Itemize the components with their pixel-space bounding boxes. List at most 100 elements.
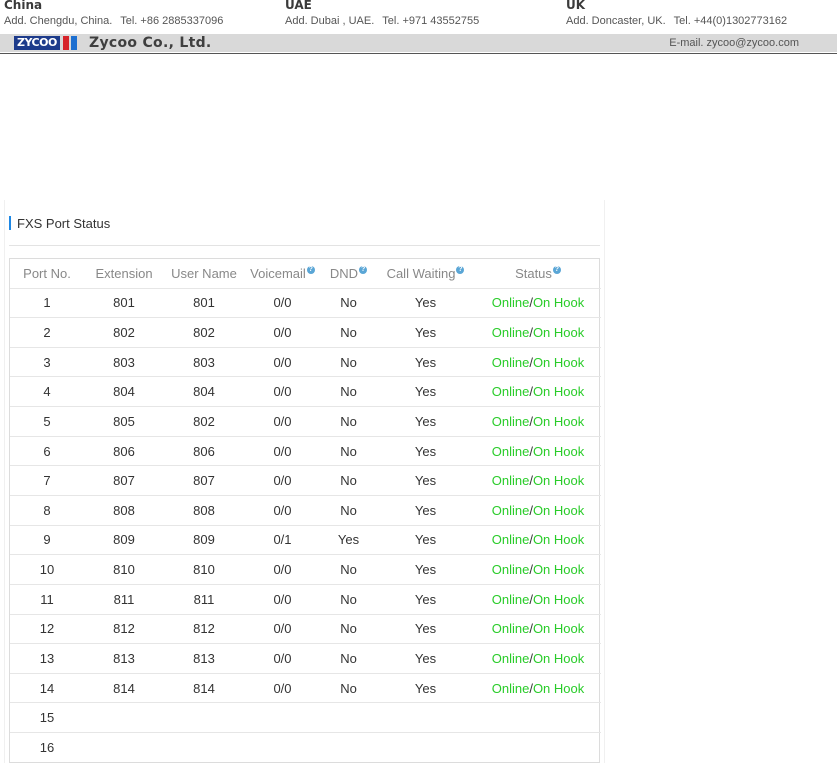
user-name-cell: 808	[164, 494, 244, 526]
status-online: Online	[491, 324, 530, 340]
call-waiting-cell: Yes	[376, 465, 475, 496]
dnd-cell: No	[321, 287, 376, 318]
voicemail-cell: 0/0	[244, 583, 321, 615]
voicemail-cell: 0/0	[244, 287, 321, 318]
port-cell: 6	[10, 435, 84, 466]
status-online: Online	[491, 591, 530, 607]
help-icon[interactable]: ?	[359, 265, 368, 274]
status-online: Online	[491, 443, 530, 459]
fxs-port-status-panel: FXS Port Status Port No. Extension User …	[4, 200, 605, 763]
table-row: 12 812 812 0/0 No Yes Online/On Hook	[10, 613, 601, 644]
port-cell: 16	[10, 732, 84, 763]
status-hook: On Hook	[532, 591, 585, 607]
office-country: China	[4, 0, 43, 12]
status-online: Online	[491, 680, 530, 696]
extension-cell: 808	[84, 494, 164, 526]
status-hook: On Hook	[532, 532, 585, 548]
office-tel: Tel. +86 2885337096	[120, 15, 224, 27]
call-waiting-cell: Yes	[376, 317, 475, 348]
status-cell: Online/On Hook	[475, 672, 601, 703]
col-user-name: User Name	[171, 265, 237, 281]
dnd-cell: No	[321, 672, 376, 703]
status-hook: On Hook	[532, 354, 585, 370]
status-online: Online	[491, 354, 530, 370]
call-waiting-cell: Yes	[376, 494, 475, 526]
help-icon[interactable]: ?	[552, 265, 561, 274]
help-icon[interactable]: ?	[456, 265, 465, 274]
dnd-cell: No	[321, 494, 376, 526]
call-waiting-cell: Yes	[376, 643, 475, 674]
port-cell: 10	[10, 554, 84, 585]
dnd-cell	[321, 732, 376, 763]
col-extension: Extension	[95, 265, 153, 281]
extension-cell	[84, 702, 164, 733]
panel-accent-bar	[9, 216, 11, 230]
extension-cell: 813	[84, 643, 164, 674]
office-tel: Tel. +971 43552755	[382, 15, 480, 27]
status-hook: On Hook	[532, 621, 585, 637]
voicemail-cell: 0/0	[244, 465, 321, 496]
help-icon[interactable]: ?	[306, 265, 315, 274]
status-cell: Online/On Hook	[475, 376, 601, 407]
dnd-cell: No	[321, 317, 376, 348]
status-cell: Online/On Hook	[475, 554, 601, 585]
call-waiting-cell	[376, 732, 475, 763]
voicemail-cell: 0/0	[244, 613, 321, 644]
extension-cell	[84, 732, 164, 763]
extension-cell: 801	[84, 287, 164, 318]
user-name-cell: 803	[164, 346, 244, 377]
status-online: Online	[491, 651, 530, 666]
status-online: Online	[491, 621, 530, 637]
table-row: 16	[10, 732, 601, 763]
table-row: 3 803 803 0/0 No Yes Online/On Hook	[10, 346, 601, 377]
status-cell: Online/On Hook	[475, 465, 601, 496]
call-waiting-cell: Yes	[376, 376, 475, 407]
table-row: 13 813 813 0/0 No Yes Online/On Hook	[10, 643, 601, 674]
office-china: China Add. Chengdu, China. Tel. +86 28853…	[4, 0, 223, 28]
logo-wordmark: ZYCOO	[14, 36, 60, 50]
dnd-cell: No	[321, 406, 376, 437]
status-online: Online	[491, 295, 530, 311]
office-address: Add. Doncaster, UK.	[566, 15, 666, 27]
user-name-cell: 802	[164, 406, 244, 437]
company-email: E-mail. zycoo@zycoo.com	[669, 37, 799, 49]
voicemail-cell: 0/0	[244, 672, 321, 703]
status-cell	[475, 732, 601, 763]
port-cell: 2	[10, 317, 84, 348]
status-online: Online	[491, 502, 530, 518]
status-cell: Online/On Hook	[475, 435, 601, 466]
user-name-cell: 809	[164, 524, 244, 555]
dnd-cell: Yes	[321, 524, 376, 555]
table-row: 9 809 809 0/1 Yes Yes Online/On Hook	[10, 524, 601, 555]
panel-divider	[9, 245, 600, 246]
dnd-cell: No	[321, 643, 376, 674]
call-waiting-cell	[376, 702, 475, 733]
table-header-row: Port No. Extension User Name Voicemail? …	[10, 259, 601, 288]
user-name-cell	[164, 702, 244, 733]
company-name: Zycoo Co., Ltd.	[89, 35, 212, 51]
port-cell: 3	[10, 346, 84, 377]
table-row: 6 806 806 0/0 No Yes Online/On Hook	[10, 435, 601, 466]
office-address: Add. Dubai , UAE.	[285, 15, 375, 27]
status-cell: Online/On Hook	[475, 524, 601, 555]
voicemail-cell: 0/0	[244, 406, 321, 437]
voicemail-cell: 0/0	[244, 376, 321, 407]
voicemail-cell: 0/0	[244, 494, 321, 526]
user-name-cell: 810	[164, 554, 244, 585]
port-cell: 4	[10, 376, 84, 407]
table-row: 11 811 811 0/0 No Yes Online/On Hook	[10, 583, 601, 615]
voicemail-cell	[244, 702, 321, 733]
col-port-no: Port No.	[23, 265, 71, 281]
table-row: 14 814 814 0/0 No Yes Online/On Hook	[10, 672, 601, 703]
user-name-cell: 814	[164, 672, 244, 703]
table-row: 8 808 808 0/0 No Yes Online/On Hook	[10, 494, 601, 526]
dnd-cell: No	[321, 583, 376, 615]
user-name-cell: 807	[164, 465, 244, 496]
extension-cell: 806	[84, 435, 164, 466]
status-cell: Online/On Hook	[475, 346, 601, 377]
port-cell: 8	[10, 494, 84, 526]
header-divider	[0, 53, 837, 54]
extension-cell: 812	[84, 613, 164, 644]
office-contact: Add. Dubai , UAE. Tel. +971 43552755	[285, 14, 479, 28]
status-online: Online	[491, 532, 530, 548]
